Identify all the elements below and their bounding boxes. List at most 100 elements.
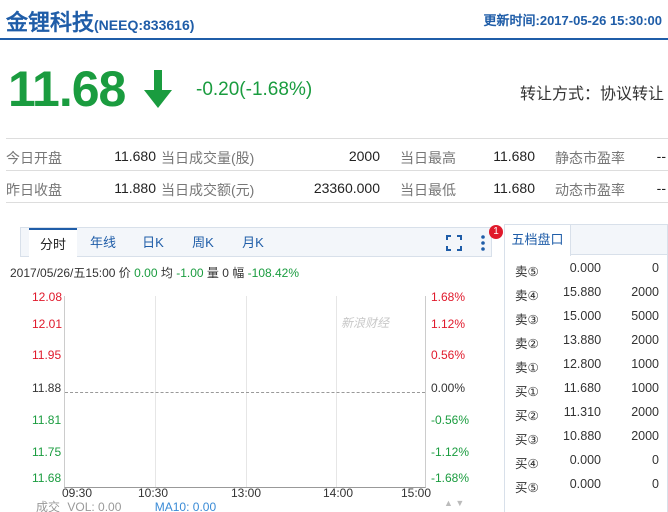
order-book-row: 卖⑤ 0.000 0 [505,257,667,281]
tab-daily-k[interactable]: 日K [129,228,177,258]
order-label: 卖③ [515,313,539,327]
order-price: 15.000 [563,309,602,323]
order-label: 买① [515,385,539,399]
reference-line [65,392,425,393]
stats-table: 今日开盘 11.680 当日成交量(股) 2000 当日最高 11.680 静态… [6,138,668,203]
current-price: 11.68 [8,61,126,117]
tab-weekly-k[interactable]: 周K [179,228,227,258]
update-time: 更新时间:2017-05-26 15:30:00 [483,13,662,28]
info-volume: 0 [222,266,229,280]
ma10-value: MA10: 0.00 [154,500,217,512]
order-book-row: 卖④ 15.880 2000 [505,281,667,305]
y-tick-pct: 0.56% [431,348,466,362]
order-volume: 0 [652,477,659,491]
order-label: 买⑤ [515,481,539,495]
stat-label: 当日最高 [400,150,456,166]
stat-label: 静态市盈率 [555,150,625,166]
order-book-row: 卖① 12.800 1000 [505,353,667,377]
stock-code: (NEEQ:833616) [94,17,195,33]
order-volume: 1000 [631,381,659,395]
y-tick-pct: -1.68% [431,471,470,485]
tab-yearly[interactable]: 年线 [79,228,127,258]
order-book-row: 买④ 0.000 0 [505,449,667,473]
tab-intraday[interactable]: 分时 [29,228,77,259]
order-book-row: 卖② 13.880 2000 [505,329,667,353]
order-volume: 5000 [631,309,659,323]
order-volume: 2000 [631,405,659,419]
order-label: 买③ [515,433,539,447]
info-price-label: 价 [118,266,131,280]
chart-info-line: 2017/05/26/五15:00 价 0.00 均 -1.00 量 0 幅 -… [10,264,299,281]
chart-panel: 分时 年线 日K 周K 月K 1 2017/05/26/五15:00 价 0.0… [6,224,503,512]
info-avg-label: 均 [160,266,173,280]
stat-label: 当日成交额(元) [161,182,255,198]
stats-row: 今日开盘 11.680 当日成交量(股) 2000 当日最高 11.680 静态… [6,139,668,171]
order-book-row: 买① 11.680 1000 [505,377,667,401]
stat-label: 昨日收盘 [6,182,62,198]
stat-label: 动态市盈率 [555,182,625,198]
chart-tabs: 分时 年线 日K 周K 月K 1 [20,225,503,259]
stats-row: 昨日收盘 11.880 当日成交额(元) 23360.000 当日最低 11.6… [6,171,668,203]
order-volume: 0 [652,261,659,275]
order-price: 11.680 [563,381,601,395]
order-volume: 1000 [631,357,659,371]
order-price: 0.000 [569,453,601,467]
stat-value: 11.680 [493,148,535,164]
stat-label: 当日成交量(股) [161,150,255,166]
price-change: -0.20(-1.68%) [196,79,313,100]
x-tick: 15:00 [401,486,432,500]
y-tick-pct: 1.12% [431,317,466,331]
order-label: 买④ [515,457,539,471]
volume-info: 成交 VOL: 0.00 MA10: 0.00 [36,498,216,512]
header: 金锂科技(NEEQ:833616) 更新时间:2017-05-26 15:30:… [0,0,668,40]
stat-value: 23360.000 [313,180,380,196]
order-volume: 2000 [631,429,659,443]
scroll-arrows-icon[interactable]: ▲ ▼ [444,498,464,508]
stock-title: 金锂科技(NEEQ:833616) [6,5,194,37]
order-label: 卖⑤ [515,265,539,279]
volume-title: 成交 [36,500,61,512]
info-price: 0.00 [134,266,158,280]
order-label: 买② [515,409,539,423]
order-price: 15.880 [563,285,602,299]
order-price: 0.000 [569,477,601,491]
stat-value: 2000 [348,148,380,164]
arrow-down-icon [144,70,172,108]
stat-value: -- [656,148,666,164]
order-volume: 0 [652,453,659,467]
info-volume-label: 量 [206,266,219,280]
y-tick-pct: 0.00% [431,381,466,395]
y-tick-pct: 1.68% [431,290,466,304]
order-label: 卖① [515,361,539,375]
order-book-row: 卖③ 15.000 5000 [505,305,667,329]
fullscreen-icon[interactable] [446,235,462,251]
stat-label: 今日开盘 [6,150,62,166]
order-price: 13.880 [563,333,602,347]
order-book-row: 买② 11.310 2000 [505,401,667,425]
y-tick-pct: -0.56% [431,413,470,427]
x-tick: 14:00 [323,486,354,500]
tab-order-book[interactable]: 五档盘口 [505,225,571,256]
stat-value: 11.680 [114,148,156,164]
notification-badge: 1 [489,225,503,239]
stat-value: -- [656,180,666,196]
intraday-plot[interactable]: 新浪财经 [64,296,426,488]
stat-value: 11.680 [493,180,535,196]
info-datetime: 2017/05/26/五15:00 [10,266,116,280]
order-label: 卖② [515,337,539,351]
vertical-dots-icon[interactable] [480,234,486,252]
order-price: 0.000 [569,261,601,275]
order-price: 11.310 [563,405,601,419]
tab-monthly-k[interactable]: 月K [229,228,277,258]
order-price: 12.800 [563,357,602,371]
volume-value: VOL: 0.00 [67,500,122,512]
info-amp: -108.42% [247,266,300,280]
watermark: 新浪财经 [341,316,390,330]
stat-label: 当日最低 [400,182,456,198]
order-volume: 2000 [631,333,659,347]
order-book-panel: 五档盘口 卖⑤ 0.000 0 卖④ 15.880 2000 卖③ 15.000 5000 卖② 1… [504,224,668,512]
order-volume: 2000 [631,285,659,299]
stat-value: 11.880 [114,180,156,196]
order-label: 卖④ [515,289,539,303]
transfer-method: 转让方式：协议转让 [519,86,664,103]
